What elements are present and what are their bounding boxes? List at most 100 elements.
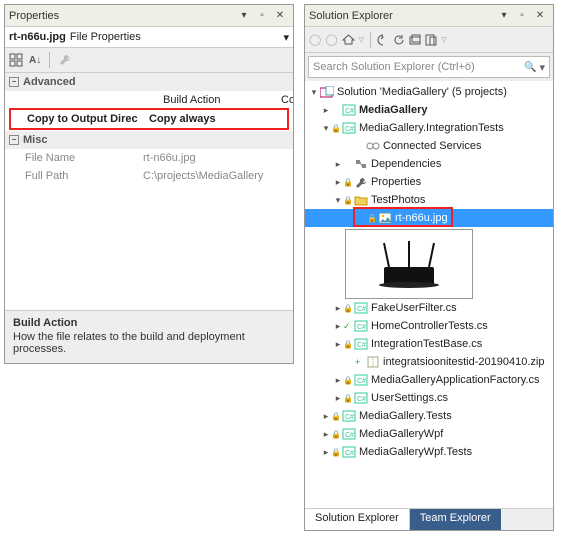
prop-file-name[interactable]: File Name rt-n66u.jpg [5, 149, 293, 167]
expand-icon[interactable]: ▸ [333, 339, 343, 350]
close-icon[interactable]: ✕ [531, 8, 549, 24]
svg-text:C#: C# [345, 414, 354, 421]
lock-icon: 🔒 [343, 178, 353, 187]
prop-copy-output[interactable]: Copy to Output Direc Copy always [11, 110, 287, 128]
properties-titlebar[interactable]: Properties ▾ ▫ ✕ [5, 5, 293, 27]
forward-icon[interactable]: ◯ [325, 33, 337, 46]
tree-item[interactable]: Connected Services [305, 137, 553, 155]
tree-item[interactable]: ▸🔒C#MediaGalleryWpf.Tests [305, 443, 553, 461]
tree-item-selected[interactable]: 🔒rt-n66u.jpg [305, 209, 553, 227]
prop-full-path[interactable]: Full Path C:\projects\MediaGallery [5, 167, 293, 185]
lock-icon: 🔒 [343, 304, 353, 313]
tree-item-label: MediaGallery.Tests [359, 410, 452, 422]
wrench-icon [353, 175, 369, 189]
expand-icon[interactable]: ▸ [333, 159, 343, 170]
collapse-icon[interactable]: − [9, 77, 19, 87]
properties-title: Properties [9, 10, 235, 22]
expand-icon[interactable]: ▾ [309, 87, 319, 98]
svg-text:C#: C# [357, 342, 366, 349]
back-icon[interactable]: ◯ [309, 33, 321, 46]
router-preview-image [364, 237, 454, 292]
svg-text:C#: C# [357, 306, 366, 313]
se-titlebar[interactable]: Solution Explorer ▾ ▫ ✕ [305, 5, 553, 27]
solution-root[interactable]: ▾ Solution 'MediaGallery' (5 projects) [305, 83, 553, 101]
chevron-down-icon[interactable]: ▾ [283, 31, 289, 44]
image-preview-tooltip [345, 229, 473, 299]
tree-item[interactable]: ▾🔒TestPhotos [305, 191, 553, 209]
lock-icon: 🔒 [343, 394, 353, 403]
alpha-sort-icon[interactable]: A↓ [29, 55, 41, 66]
wrench-icon[interactable] [58, 53, 72, 67]
expand-icon[interactable]: ▸ [333, 177, 343, 188]
selected-file-type: File Properties [70, 31, 141, 43]
expand-icon[interactable]: ▸ [333, 321, 343, 332]
solution-tree[interactable]: ▾ Solution 'MediaGallery' (5 projects) ▸… [305, 81, 553, 508]
tree-item-label: MediaGalleryWpf [359, 428, 443, 440]
plus-icon: + [355, 357, 365, 367]
categorize-icon[interactable] [9, 53, 23, 67]
tree-item-label: Connected Services [383, 140, 481, 152]
svg-text:C#: C# [345, 126, 354, 133]
svg-text:C#: C# [357, 324, 366, 331]
csproj-icon: C# [341, 121, 357, 135]
tree-item[interactable]: ▸🔒C#MediaGalleryApplicationFactory.cs [305, 371, 553, 389]
tree-item[interactable]: ▸C#MediaGallery [305, 101, 553, 119]
expand-icon[interactable]: ▸ [321, 429, 331, 440]
more-icon[interactable]: ▿ [441, 33, 447, 46]
expand-icon[interactable]: ▸ [333, 375, 343, 386]
expand-icon[interactable]: ▸ [321, 105, 331, 116]
cs-icon: C# [353, 319, 369, 333]
tree-item[interactable]: ▸🔒 C# MediaGallery.Tests [305, 407, 553, 425]
expand-icon[interactable]: ▸ [321, 447, 331, 458]
tree-item[interactable]: ▸🔒C#UserSettings.cs [305, 389, 553, 407]
tree-item-label: TestPhotos [371, 194, 425, 206]
lock-icon: 🔒 [343, 376, 353, 385]
tab-solution-explorer[interactable]: Solution Explorer [305, 509, 410, 530]
se-title: Solution Explorer [309, 10, 495, 22]
expand-icon[interactable]: ▸ [333, 303, 343, 314]
pin-icon[interactable]: ▫ [253, 8, 271, 24]
tree-item-label: integratsioonitestid-20190410.zip [383, 356, 544, 368]
lock-icon: 🔒 [331, 412, 341, 421]
category-misc[interactable]: − Misc [5, 131, 293, 149]
tree-item[interactable]: + integratsioonitestid-20190410.zip [305, 353, 553, 371]
tree-item[interactable]: ▸ Dependencies [305, 155, 553, 173]
close-icon[interactable]: ✕ [271, 8, 289, 24]
tree-item[interactable]: ▸🔒C#FakeUserFilter.cs [305, 299, 553, 317]
search-icon[interactable]: 🔍 [524, 62, 536, 73]
dropdown-icon[interactable]: ▿ [359, 33, 365, 46]
collapse-icon[interactable]: − [9, 135, 19, 145]
help-text: How the file relates to the build and de… [13, 331, 285, 355]
dropdown-icon[interactable]: ▾ [495, 8, 513, 24]
properties-subheader[interactable]: rt-n66u.jpg File Properties ▾ [5, 27, 293, 48]
chevron-down-icon[interactable]: ▾ [539, 61, 545, 74]
expand-icon[interactable]: ▾ [333, 195, 343, 206]
tree-item[interactable]: ▸🔒C#MediaGalleryWpf [305, 425, 553, 443]
refresh-icon[interactable] [393, 34, 405, 46]
expand-icon[interactable]: ▾ [321, 123, 331, 134]
prop-build-action[interactable]: Build Action Content [5, 91, 293, 109]
deps-icon [353, 157, 369, 171]
cs-icon: C# [353, 373, 369, 387]
tab-team-explorer[interactable]: Team Explorer [410, 509, 501, 530]
pin-icon[interactable]: ▫ [513, 8, 531, 24]
tree-item-label: MediaGalleryApplicationFactory.cs [371, 374, 540, 386]
search-input[interactable]: Search Solution Explorer (Ctrl+ö) 🔍 ▾ [308, 56, 550, 78]
expand-icon[interactable]: ▸ [321, 411, 331, 422]
property-description: Build Action How the file relates to the… [5, 310, 293, 363]
csproj-icon: C# [341, 445, 357, 459]
tree-item-label: Dependencies [371, 158, 441, 170]
dropdown-icon[interactable]: ▾ [235, 8, 253, 24]
sync-icon[interactable] [377, 34, 389, 46]
show-all-icon[interactable] [425, 34, 437, 46]
tree-item[interactable]: ▸✓C#HomeControllerTests.cs [305, 317, 553, 335]
tree-item[interactable]: ▸🔒C#IntegrationTestBase.cs [305, 335, 553, 353]
home-icon[interactable] [342, 33, 355, 46]
category-advanced[interactable]: − Advanced [5, 73, 293, 91]
lock-icon: 🔒 [367, 214, 377, 223]
tree-item[interactable]: ▸🔒Properties [305, 173, 553, 191]
collapse-all-icon[interactable] [409, 34, 421, 46]
tree-item[interactable]: ▾🔒C#MediaGallery.IntegrationTests [305, 119, 553, 137]
expand-icon[interactable]: ▸ [333, 393, 343, 404]
lock-icon: 🔒 [331, 448, 341, 457]
